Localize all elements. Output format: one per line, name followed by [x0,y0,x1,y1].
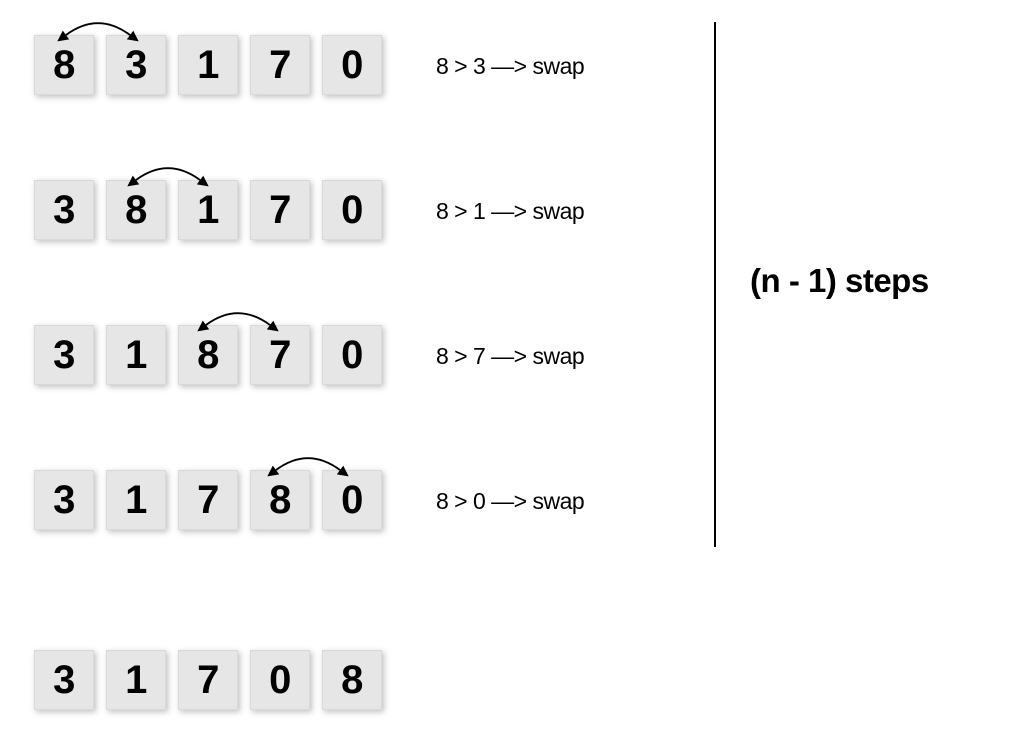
array-row: 31870 [34,325,382,385]
array-cell: 7 [250,35,310,95]
array-cell: 0 [322,470,382,530]
array-cell: 3 [34,470,94,530]
swap-arrow-icon [203,305,273,329]
array-row: 31780 [34,470,382,530]
swap-annotation: 8 > 1 —> swap [436,198,584,225]
swap-annotation: 8 > 3 —> swap [436,53,584,80]
array-cell: 3 [106,35,166,95]
array-cell: 0 [322,180,382,240]
array-cell: 3 [34,650,94,710]
array-cell: 7 [250,325,310,385]
array-cell: 8 [178,325,238,385]
array-cell: 1 [106,325,166,385]
steps-bracket-line [714,22,716,547]
array-cell: 1 [178,35,238,95]
array-cell: 3 [34,325,94,385]
swap-arrow-icon [63,15,133,39]
steps-label: (n - 1) steps [750,262,929,300]
array-cell: 7 [250,180,310,240]
array-cell: 0 [322,325,382,385]
array-cell: 8 [250,470,310,530]
array-row: 31708 [34,650,382,710]
array-cell: 8 [34,35,94,95]
array-cell: 1 [106,650,166,710]
array-cell: 7 [178,650,238,710]
array-cell: 8 [322,650,382,710]
array-cell: 1 [178,180,238,240]
swap-arrow-icon [133,160,203,184]
array-cell: 3 [34,180,94,240]
array-cell: 0 [250,650,310,710]
array-cell: 7 [178,470,238,530]
array-cell: 1 [106,470,166,530]
swap-annotation: 8 > 0 —> swap [436,488,584,515]
array-cell: 8 [106,180,166,240]
swap-annotation: 8 > 7 —> swap [436,343,584,370]
array-row: 38170 [34,180,382,240]
swap-arrow-icon [273,450,343,474]
array-cell: 0 [322,35,382,95]
array-row: 83170 [34,35,382,95]
